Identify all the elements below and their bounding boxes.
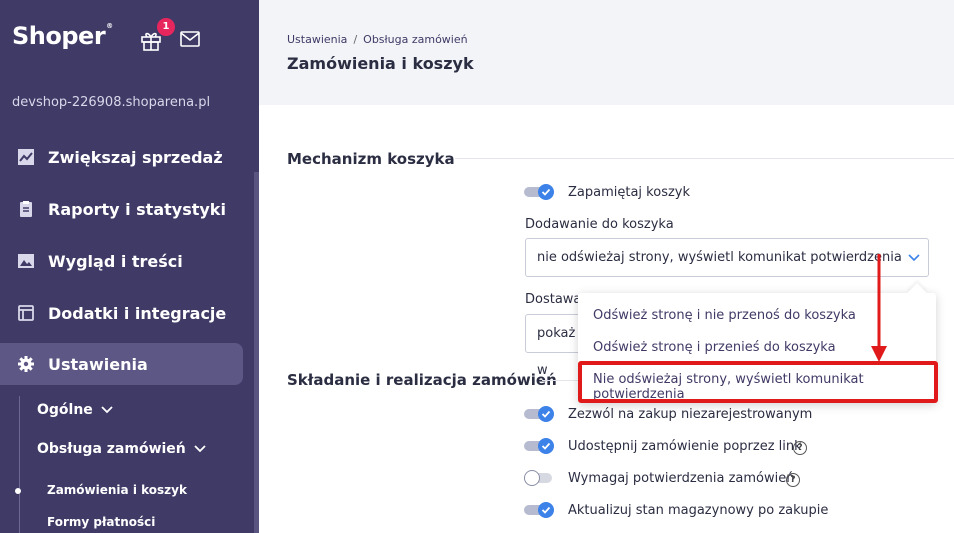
section-divider (455, 158, 954, 159)
notification-badge: 1 (157, 18, 175, 36)
chevron-down-icon (194, 445, 206, 453)
section-title-cart: Mechanizm koszyka (287, 150, 455, 168)
logo-mark: ® (106, 22, 113, 30)
section-divider (542, 380, 578, 381)
clipboard-icon (17, 200, 35, 218)
check-icon (538, 502, 554, 518)
sub-item-label: Ogólne (37, 402, 93, 418)
breadcrumb: Ustawienia / Obsługa zamówień (287, 33, 468, 46)
help-icon[interactable]: ? (793, 441, 807, 455)
sub-item-general[interactable]: Ogólne (37, 402, 113, 418)
gear-icon (17, 355, 35, 373)
breadcrumb-separator: / (353, 33, 358, 46)
share-order-link-label: Udostępnij zamówienie poprzez link (568, 439, 802, 454)
check-icon (538, 406, 554, 422)
select-value: nie odświeżaj strony, wyświetl komunikat… (537, 250, 902, 265)
toggle-share-order-link[interactable] (524, 438, 556, 454)
nav-item-addons[interactable]: Dodatki i integracje (0, 292, 243, 334)
nav-item-label: Zwiększaj sprzedaż (48, 147, 223, 167)
page-title: Zamówienia i koszyk (287, 54, 474, 73)
adding-to-cart-label: Dodawanie do koszyka (525, 217, 674, 232)
guest-purchase-label: Zezwól na zakup niezarejestrowanym (568, 407, 813, 422)
nav-item-appearance[interactable]: Wygląd i treści (0, 240, 243, 282)
toggle-require-confirmation[interactable] (524, 470, 556, 486)
submenu-line (19, 396, 20, 533)
dropdown-option[interactable]: Odśwież stronę i nie przenoś do koszyka (593, 308, 856, 323)
nav-item-label: Ustawienia (48, 354, 148, 374)
update-stock-label: Aktualizuj stan magazynowy po zakupie (568, 503, 829, 518)
dropdown-option[interactable]: Odśwież stronę i przenieś do koszyka (593, 340, 836, 355)
nav-item-label: Dodatki i integracje (48, 303, 227, 323)
breadcrumb-order-handling[interactable]: Obsługa zamówień (363, 33, 467, 46)
highlight-box (578, 361, 938, 403)
shoper-logo[interactable]: Shoper® (12, 22, 113, 50)
dropdown-arrow (907, 283, 927, 303)
shipping-label: Dostawa (525, 292, 582, 307)
check-icon (538, 438, 554, 454)
nav-item-settings[interactable]: Ustawienia (0, 343, 243, 385)
remember-cart-label: Zapamiętaj koszyk (568, 185, 691, 200)
toggle-knob (524, 470, 540, 486)
chevron-down-icon (908, 254, 920, 262)
logo-text: Shoper (12, 22, 106, 50)
nav-item-label: Raporty i statystyki (48, 199, 226, 219)
sub-item-label: Obsługa zamówień (37, 441, 186, 457)
chevron-down-icon (101, 406, 113, 414)
window-icon (17, 304, 35, 322)
active-dot (15, 488, 21, 494)
arrow-down-icon (871, 254, 887, 362)
sidebar: Shoper® 1 devshop-226908.shoparena.pl Zw… (0, 0, 259, 533)
breadcrumb-settings[interactable]: Ustawienia (287, 33, 347, 46)
nav-item-reports[interactable]: Raporty i statystyki (0, 188, 243, 230)
require-confirmation-label: Wymagaj potwierdzenia zamówień (568, 471, 795, 486)
sub-sub-item-payment-methods[interactable]: Formy płatności (47, 515, 155, 529)
page-header: Ustawienia / Obsługa zamówień Zamówienia i… (259, 0, 954, 105)
section-title-orders: Składanie i realizacja zamówień (287, 371, 557, 389)
shipping-select[interactable]: pokaż w (525, 314, 585, 378)
toggle-remember-cart[interactable] (524, 184, 556, 200)
sub-sub-item-orders-cart[interactable]: Zamówienia i koszyk (47, 483, 187, 497)
chart-line-icon (17, 148, 35, 166)
nav-item-label: Wygląd i treści (48, 251, 183, 271)
image-icon (17, 252, 35, 270)
shop-url[interactable]: devshop-226908.shoparena.pl (12, 95, 210, 110)
toggle-guest-purchase[interactable] (524, 406, 556, 422)
toggle-update-stock[interactable] (524, 502, 556, 518)
help-icon[interactable]: ? (786, 473, 800, 487)
check-icon (538, 184, 554, 200)
nav-item-increase-sales[interactable]: Zwiększaj sprzedaż (0, 136, 243, 178)
sidebar-scrollbar[interactable] (254, 172, 259, 533)
mail-icon[interactable] (180, 31, 200, 47)
sub-item-order-handling[interactable]: Obsługa zamówień (37, 441, 206, 457)
